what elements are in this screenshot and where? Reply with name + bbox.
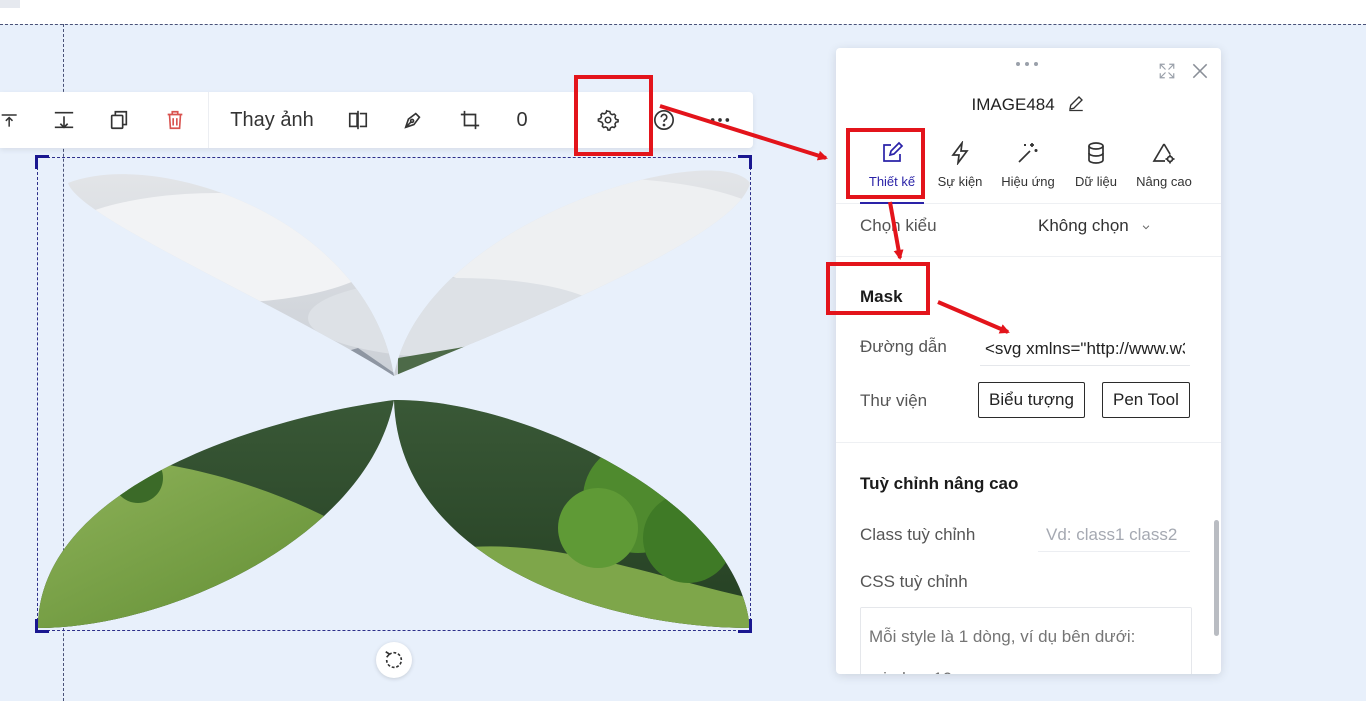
- style-label: Chọn kiểu: [860, 216, 937, 235]
- tab-events[interactable]: Sự kiện: [932, 138, 988, 204]
- resize-handle-bottom-left[interactable]: [35, 619, 49, 633]
- tab-advanced[interactable]: Nâng cao: [1132, 138, 1196, 204]
- drag-handle[interactable]: [1016, 62, 1038, 66]
- settings-triangle-icon: [1152, 143, 1175, 164]
- style-select-value: Không chọn: [1038, 216, 1129, 235]
- duplicate-button[interactable]: [101, 92, 137, 148]
- align-bottom-icon: [54, 111, 74, 129]
- path-label: Đường dẫn: [860, 337, 947, 356]
- expand-icon: [1159, 63, 1175, 79]
- butterfly-mask-image: [38, 170, 750, 628]
- tab-events-label: Sự kiện: [937, 174, 983, 189]
- crop-icon: [460, 110, 480, 130]
- horizontal-guide-line: [0, 24, 1366, 25]
- element-title: IMAGE484: [836, 94, 1221, 117]
- copy-icon: [110, 110, 128, 130]
- pencil-icon: [1069, 96, 1084, 112]
- align-top-icon: [1, 114, 17, 127]
- rotate-button[interactable]: [376, 642, 412, 678]
- tab-effects[interactable]: Hiệu ứng: [996, 138, 1060, 204]
- pen-tool-button[interactable]: [395, 92, 431, 148]
- advanced-section-title: Tuỳ chỉnh nâng cao: [860, 474, 1019, 493]
- tab-effects-label: Hiệu ứng: [1001, 174, 1055, 189]
- close-button[interactable]: [1190, 61, 1210, 86]
- expand-button[interactable]: [1158, 62, 1176, 85]
- highlight-mask: [826, 262, 930, 315]
- style-select[interactable]: Không chọn: [1038, 216, 1151, 237]
- tab-data[interactable]: Dữ liệu: [1068, 138, 1124, 204]
- database-icon: [1088, 142, 1104, 164]
- element-title-text: IMAGE484: [971, 94, 1055, 114]
- more-button[interactable]: [702, 92, 738, 148]
- rotate-icon: [385, 651, 403, 669]
- class-label: Class tuỳ chỉnh: [860, 525, 976, 544]
- help-circle-icon: [654, 110, 674, 130]
- class-input[interactable]: [1038, 518, 1190, 552]
- top-strip-stub: [0, 0, 20, 8]
- resize-handle-bottom-right[interactable]: [738, 619, 752, 633]
- delete-button[interactable]: [157, 92, 193, 148]
- flip-button[interactable]: [340, 92, 376, 148]
- edit-title-button[interactable]: [1067, 94, 1085, 117]
- highlight-design-tab: [846, 128, 925, 199]
- panel-scrollbar[interactable]: [1214, 520, 1219, 636]
- lightning-icon: [951, 141, 969, 165]
- number-value[interactable]: 0: [508, 92, 536, 148]
- resize-handle-top-left[interactable]: [35, 155, 49, 169]
- close-icon: [1192, 63, 1208, 79]
- send-back-button[interactable]: [46, 92, 82, 148]
- crop-button[interactable]: [452, 92, 488, 148]
- replace-image-button[interactable]: Thay ảnh: [222, 92, 322, 148]
- highlight-settings: [574, 75, 653, 156]
- divider: [836, 442, 1221, 443]
- magic-wand-icon: [1018, 143, 1038, 163]
- tab-data-label: Dữ liệu: [1075, 174, 1117, 189]
- flip-icon: [348, 110, 368, 130]
- chevron-down-icon: [1141, 217, 1151, 237]
- tab-advanced-label: Nâng cao: [1136, 174, 1192, 189]
- css-label: CSS tuỳ chỉnh: [860, 572, 968, 591]
- pen-nib-icon: [404, 112, 421, 129]
- library-label: Thư viện: [860, 391, 928, 410]
- css-textarea[interactable]: [860, 607, 1192, 674]
- replace-image-label: Thay ảnh: [230, 108, 314, 131]
- icon-library-button[interactable]: Biểu tượng: [978, 382, 1085, 418]
- masked-image[interactable]: [37, 157, 751, 631]
- toolbar-separator: [208, 92, 209, 148]
- trash-icon: [167, 110, 183, 130]
- more-dots-icon: [710, 118, 730, 122]
- pen-tool-library-button[interactable]: Pen Tool: [1102, 382, 1190, 418]
- mask-path-input[interactable]: [980, 332, 1190, 366]
- resize-handle-top-right[interactable]: [738, 155, 752, 169]
- divider: [836, 256, 1221, 257]
- top-strip: [0, 0, 1366, 24]
- bring-front-button[interactable]: [0, 92, 20, 148]
